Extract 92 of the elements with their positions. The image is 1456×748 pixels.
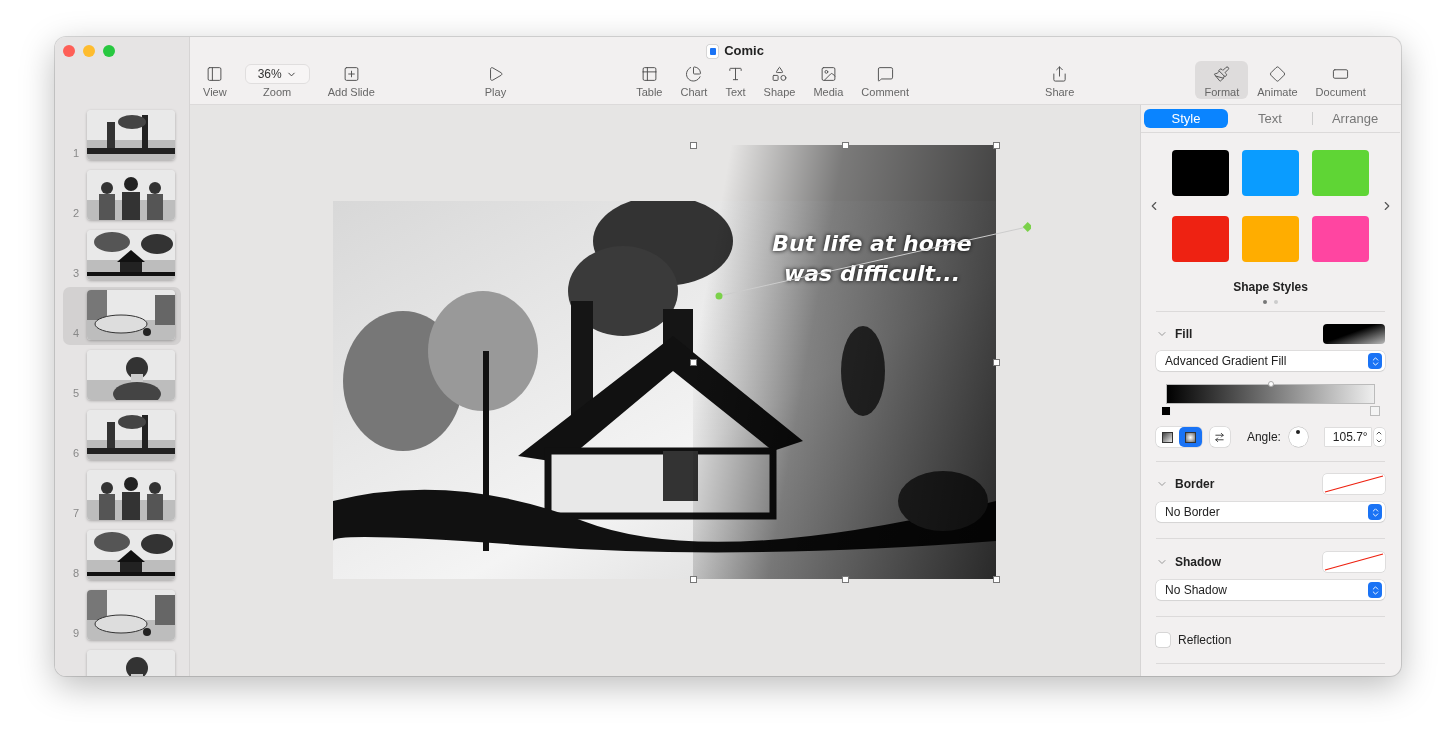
inspector-tab[interactable]: Arrange — [1313, 108, 1397, 128]
slide-number: 5 — [71, 385, 79, 401]
toolbar-button[interactable]: Chart — [671, 61, 717, 99]
color-stop[interactable] — [1370, 406, 1380, 416]
dropdown[interactable]: No Shadow — [1156, 580, 1385, 600]
shapes-icon — [771, 64, 788, 84]
shape-style-swatch[interactable] — [1312, 216, 1369, 262]
dropdown-value: Advanced Gradient Fill — [1165, 353, 1287, 370]
section-title: Shape Styles — [1232, 279, 1309, 296]
dropdown-value: No Border — [1165, 504, 1220, 521]
slide-number: 8 — [71, 565, 79, 581]
selection-handle[interactable] — [690, 359, 697, 366]
section-title: Fill — [1175, 326, 1193, 343]
slide-number: 1 — [71, 145, 79, 161]
play-icon — [487, 64, 504, 84]
checkbox[interactable] — [1156, 633, 1170, 647]
slide-number: 3 — [71, 265, 79, 281]
shape-style-swatch[interactable] — [1242, 150, 1299, 196]
diamond-icon — [1268, 64, 1286, 84]
midpoint-handle[interactable] — [1267, 381, 1274, 387]
stepper-icon — [1368, 582, 1382, 598]
selection-handle[interactable] — [690, 142, 697, 149]
color-well[interactable] — [1323, 552, 1385, 572]
shape-style-swatch[interactable] — [1312, 150, 1369, 196]
checkbox-label: Reflection — [1178, 632, 1232, 649]
angle-dial[interactable] — [1288, 427, 1308, 447]
swap-icon — [1214, 431, 1226, 443]
stepper-icon[interactable] — [1373, 428, 1385, 446]
slide-thumbnail-row[interactable]: 5 — [63, 347, 181, 405]
gradient-slider[interactable] — [1166, 384, 1375, 404]
paintbrush-icon — [1213, 64, 1231, 84]
slide-number: 7 — [71, 505, 79, 521]
shape-style-swatch[interactable] — [1242, 216, 1299, 262]
toolbar-button[interactable]: Animate — [1248, 61, 1307, 99]
selection-handle[interactable] — [993, 359, 1000, 366]
selection-handle[interactable] — [993, 576, 1000, 583]
toolbar-button[interactable]: Share — [1036, 61, 1084, 99]
zoom-value: 36% — [244, 64, 310, 84]
slide-number: 6 — [71, 445, 79, 461]
dropdown-value: No Shadow — [1165, 582, 1228, 599]
swap-button[interactable] — [1210, 427, 1230, 447]
selection-handle[interactable] — [841, 142, 849, 149]
slide-thumbnail-row[interactable]: 7 — [63, 467, 181, 525]
shape-style-swatch[interactable] — [1172, 150, 1229, 196]
toolbar-button[interactable]: Media — [804, 61, 853, 99]
gradient-angle-handle[interactable] — [715, 222, 1031, 300]
slide-thumbnail-row[interactable]: 3 — [63, 227, 181, 285]
inspector-tab[interactable]: Text — [1228, 108, 1312, 128]
toolbar-button[interactable]: Comment — [852, 61, 919, 99]
document-icon — [707, 44, 719, 58]
selection-handle[interactable] — [993, 142, 1000, 149]
dropdown[interactable]: No Border — [1156, 502, 1385, 522]
window-title: Comic — [724, 42, 764, 61]
toolbar-button[interactable]: View — [194, 61, 236, 99]
color-well[interactable] — [1323, 324, 1385, 344]
toolbar-button[interactable]: Shape — [754, 61, 805, 99]
slide-thumbnail-row[interactable]: 8 — [63, 527, 181, 585]
zoom-dropdown[interactable]: 36% Zoom — [235, 61, 319, 99]
stepper-icon — [1368, 353, 1382, 369]
add-icon — [342, 64, 360, 84]
stepper-icon — [1368, 504, 1382, 520]
table-icon — [640, 64, 658, 84]
close-button[interactable] — [63, 45, 75, 57]
angle-field[interactable]: 105.7° — [1324, 428, 1371, 446]
slide-thumbnail-row[interactable]: 6 — [63, 407, 181, 465]
toolbar-button[interactable]: Format — [1195, 61, 1249, 99]
selection-handle[interactable] — [841, 576, 849, 583]
toolbar-button[interactable]: Document — [1306, 61, 1375, 99]
share-icon — [1051, 64, 1069, 84]
toolbar-button[interactable]: Text — [716, 61, 755, 99]
sidebar-icon — [206, 64, 224, 84]
slide-thumbnail-row[interactable]: 2 — [63, 167, 181, 225]
slide-number: 4 — [71, 325, 79, 341]
slide-number: 9 — [71, 625, 79, 641]
color-well[interactable] — [1323, 474, 1385, 494]
slide-thumbnail-row[interactable]: 9 — [63, 587, 181, 645]
section-title: Shadow — [1175, 554, 1221, 571]
shape-style-swatch[interactable] — [1172, 216, 1229, 262]
pie-chart-icon — [685, 64, 703, 84]
toolbar-button[interactable]: Add Slide — [318, 61, 384, 99]
dropdown[interactable]: Advanced Gradient Fill — [1156, 351, 1385, 371]
angle-label: Angle: — [1246, 429, 1281, 446]
section-title: Border — [1175, 476, 1215, 493]
comment-icon — [876, 64, 894, 84]
slide-number: 2 — [71, 205, 79, 221]
selection-handle[interactable] — [690, 576, 697, 583]
image-icon — [819, 64, 837, 84]
inspector-tab[interactable]: Style — [1144, 108, 1228, 128]
toolbar-button[interactable]: Play — [475, 61, 516, 99]
slide-thumbnail-row[interactable]: 1 — [63, 107, 181, 165]
radial-gradient-button[interactable] — [1179, 427, 1202, 447]
toolbar-button[interactable]: Table — [627, 61, 672, 99]
